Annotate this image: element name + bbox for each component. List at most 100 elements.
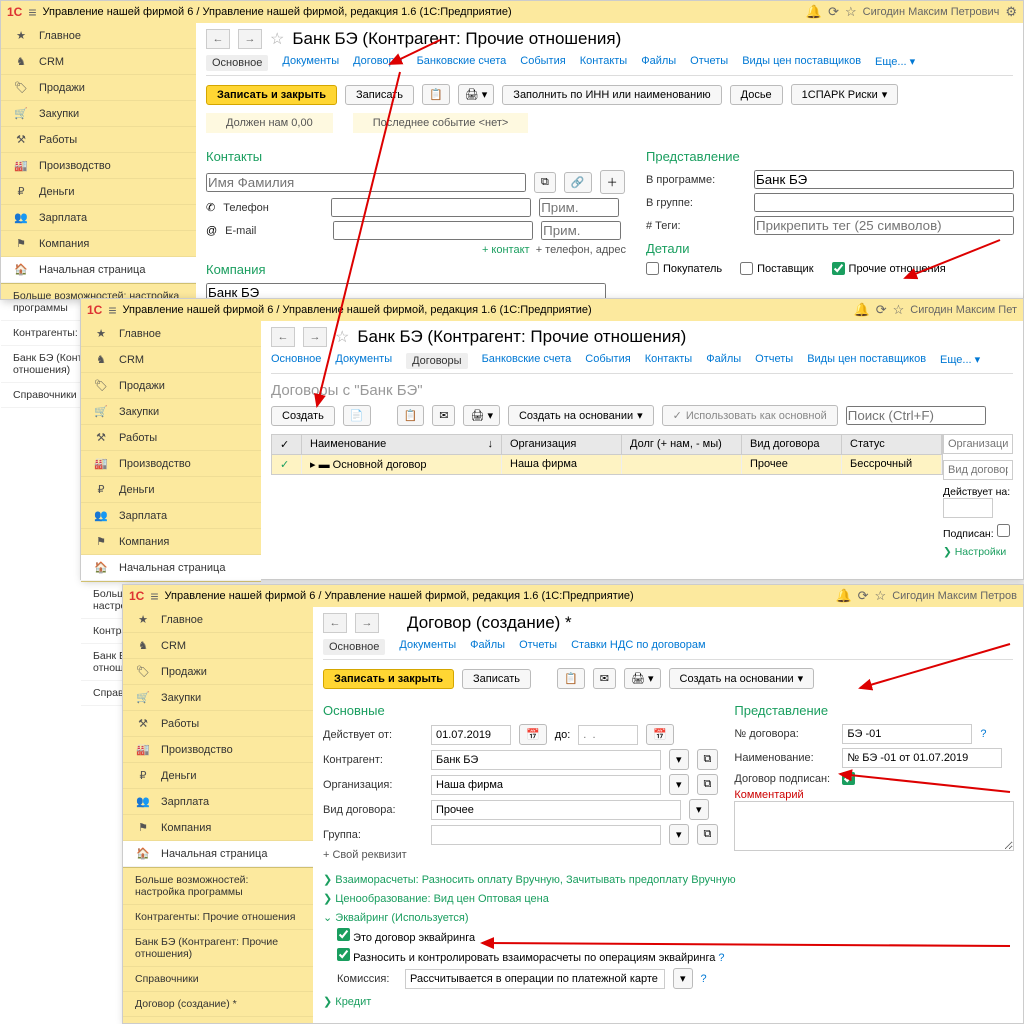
tab-reports[interactable]: Отчеты xyxy=(755,353,793,369)
tab-contracts[interactable]: Договоры xyxy=(406,353,467,369)
tab-main[interactable]: Основное xyxy=(206,55,268,71)
sidebar-item-production[interactable]: 🏭Производство xyxy=(123,737,313,763)
favorite-icon[interactable]: ☆ xyxy=(270,29,284,49)
sidebar-item-company[interactable]: ⚑Компания xyxy=(81,529,261,555)
bell-icon[interactable]: 🔔 xyxy=(806,4,822,20)
exp-settlements[interactable]: ❯ Взаиморасчеты: Разносить оплату Вручну… xyxy=(323,873,1013,886)
col-check[interactable]: ✓ xyxy=(272,435,302,454)
use-main-button[interactable]: ✓ Использовать как основной xyxy=(662,405,838,426)
tab-accounts[interactable]: Банковские счета xyxy=(417,55,507,71)
type-filter[interactable] xyxy=(943,460,1013,480)
sidebar-item-works[interactable]: ⚒Работы xyxy=(1,127,196,153)
bell-icon[interactable]: 🔔 xyxy=(835,588,851,604)
sidebar-item-company[interactable]: ⚑Компания xyxy=(123,815,313,841)
sidebar-item-production[interactable]: 🏭Производство xyxy=(81,451,261,477)
cb-buyer[interactable]: Покупатель xyxy=(646,262,722,275)
search-input[interactable] xyxy=(846,406,986,425)
group-input[interactable] xyxy=(431,825,661,845)
tab-files[interactable]: Файлы xyxy=(706,353,741,369)
tab-main[interactable]: Основное xyxy=(271,353,321,369)
exp-credit[interactable]: ❯ Кредит xyxy=(323,995,1013,1008)
sidebar-item-salary[interactable]: 👥Зарплата xyxy=(123,789,313,815)
save-button[interactable]: Записать xyxy=(462,669,531,689)
add-phone-link[interactable]: + телефон, адрес xyxy=(536,244,626,256)
exp-acquiring[interactable]: ⌄ Эквайринг (Используется) xyxy=(323,911,1013,924)
sidebar-item-money[interactable]: ₽Деньги xyxy=(1,179,196,205)
cb-other[interactable]: Прочие отношения xyxy=(832,262,946,275)
tab-reports[interactable]: Отчеты xyxy=(690,55,728,71)
cb-acquiring[interactable]: Это договор эквайринга xyxy=(337,932,475,944)
tab-more[interactable]: Еще... ▾ xyxy=(940,353,980,369)
tab-prices[interactable]: Виды цен поставщиков xyxy=(807,353,926,369)
print-button[interactable]: 🖨 ▾ xyxy=(458,84,495,105)
history-icon[interactable]: ⟳ xyxy=(858,588,869,604)
sidebar-item-crm[interactable]: ♞CRM xyxy=(123,633,313,659)
nav-more[interactable]: Больше возможностей: настройка программы xyxy=(123,868,313,905)
link-button[interactable]: 🔗 xyxy=(564,172,592,193)
help-icon[interactable]: ? xyxy=(701,973,707,985)
contract-no-input[interactable] xyxy=(842,724,972,744)
dossier-button[interactable]: Досье xyxy=(730,85,783,105)
col-status[interactable]: Статус xyxy=(842,435,942,454)
col-debt[interactable]: Долг (+ нам, - мы) xyxy=(622,435,742,454)
history-icon[interactable]: ⟳ xyxy=(876,302,887,318)
user-name[interactable]: Сигодин Максим Петров xyxy=(892,590,1017,602)
contract-name-input[interactable] xyxy=(842,748,1002,768)
help-icon[interactable]: ? xyxy=(718,952,724,964)
type-input[interactable] xyxy=(431,800,681,820)
settings-icon[interactable]: ⚙ xyxy=(1005,4,1017,20)
tab-docs[interactable]: Документы xyxy=(335,353,392,369)
commission-input[interactable] xyxy=(405,969,665,989)
sidebar-item-home[interactable]: 🏠Начальная страница xyxy=(123,841,313,867)
mail-button[interactable]: ✉ xyxy=(593,668,616,689)
tab-contacts[interactable]: Контакты xyxy=(645,353,693,369)
print-button[interactable]: 🖨 ▾ xyxy=(624,668,661,689)
sidebar-item-purchases[interactable]: 🛒Закупки xyxy=(81,399,261,425)
copy-button[interactable]: 📄 xyxy=(343,405,371,426)
tags-input[interactable] xyxy=(754,216,1014,235)
add-req-link[interactable]: + Свой реквизит xyxy=(323,849,407,861)
exp-pricing[interactable]: ❯ Ценообразование: Вид цен Оптовая цена xyxy=(323,892,1013,905)
nav-refs[interactable]: Справочники xyxy=(123,967,313,992)
sidebar-item-crm[interactable]: ♞CRM xyxy=(1,49,196,75)
fill-inn-button[interactable]: Заполнить по ИНН или наименованию xyxy=(502,85,721,105)
sidebar-item-crm[interactable]: ♞CRM xyxy=(81,347,261,373)
cb-spread[interactable]: Разносить и контролировать взаиморасчеты… xyxy=(337,952,715,964)
org-filter[interactable] xyxy=(943,434,1013,454)
org-input[interactable] xyxy=(431,775,661,795)
add-button[interactable]: ＋ xyxy=(600,170,625,194)
print-button[interactable]: 🖨 ▾ xyxy=(463,405,500,426)
sidebar-item-home[interactable]: 🏠Начальная страница xyxy=(81,555,261,581)
sidebar-item-sales[interactable]: 🏷Продажи xyxy=(1,75,196,101)
tab-more[interactable]: Еще... ▾ xyxy=(875,55,915,71)
sidebar-item-works[interactable]: ⚒Работы xyxy=(81,425,261,451)
tab-docs[interactable]: Документы xyxy=(399,639,456,655)
tab-events[interactable]: События xyxy=(585,353,630,369)
history-icon[interactable]: ⟳ xyxy=(828,4,839,20)
sidebar-item-sales[interactable]: 🏷Продажи xyxy=(123,659,313,685)
sidebar-item-works[interactable]: ⚒Работы xyxy=(123,711,313,737)
sidebar-item-money[interactable]: ₽Деньги xyxy=(123,763,313,789)
clipboard-button[interactable]: 📋 xyxy=(422,84,450,105)
sidebar-item-production[interactable]: 🏭Производство xyxy=(1,153,196,179)
clipboard-button[interactable]: 📋 xyxy=(397,405,425,426)
create-based-button[interactable]: Создать на основании ▾ xyxy=(669,668,815,689)
nav-contract[interactable]: Договор (создание) * xyxy=(123,992,313,1017)
nav-bank[interactable]: Банк БЭ (Контрагент: Прочие отношения) xyxy=(123,930,313,967)
forward-button[interactable]: → xyxy=(238,29,262,49)
nav-counterparties[interactable]: Контрагенты: Прочие отношения xyxy=(123,905,313,930)
bell-icon[interactable]: 🔔 xyxy=(854,302,870,318)
forward-button[interactable]: → xyxy=(355,613,379,633)
group-input[interactable] xyxy=(754,193,1014,212)
sidebar-item-sales[interactable]: 🏷Продажи xyxy=(81,373,261,399)
burger-icon[interactable]: ≡ xyxy=(150,588,158,604)
date-from-input[interactable] xyxy=(431,725,511,745)
tab-files[interactable]: Файлы xyxy=(470,639,505,655)
comment-input[interactable] xyxy=(734,801,1014,851)
date-to-input[interactable] xyxy=(578,725,638,745)
sidebar-item-money[interactable]: ₽Деньги xyxy=(81,477,261,503)
create-button[interactable]: Создать xyxy=(271,406,335,426)
sidebar-item-main[interactable]: ★Главное xyxy=(81,321,261,347)
sidebar-item-salary[interactable]: 👥Зарплата xyxy=(1,205,196,231)
tab-contracts[interactable]: Договоры xyxy=(353,55,402,71)
